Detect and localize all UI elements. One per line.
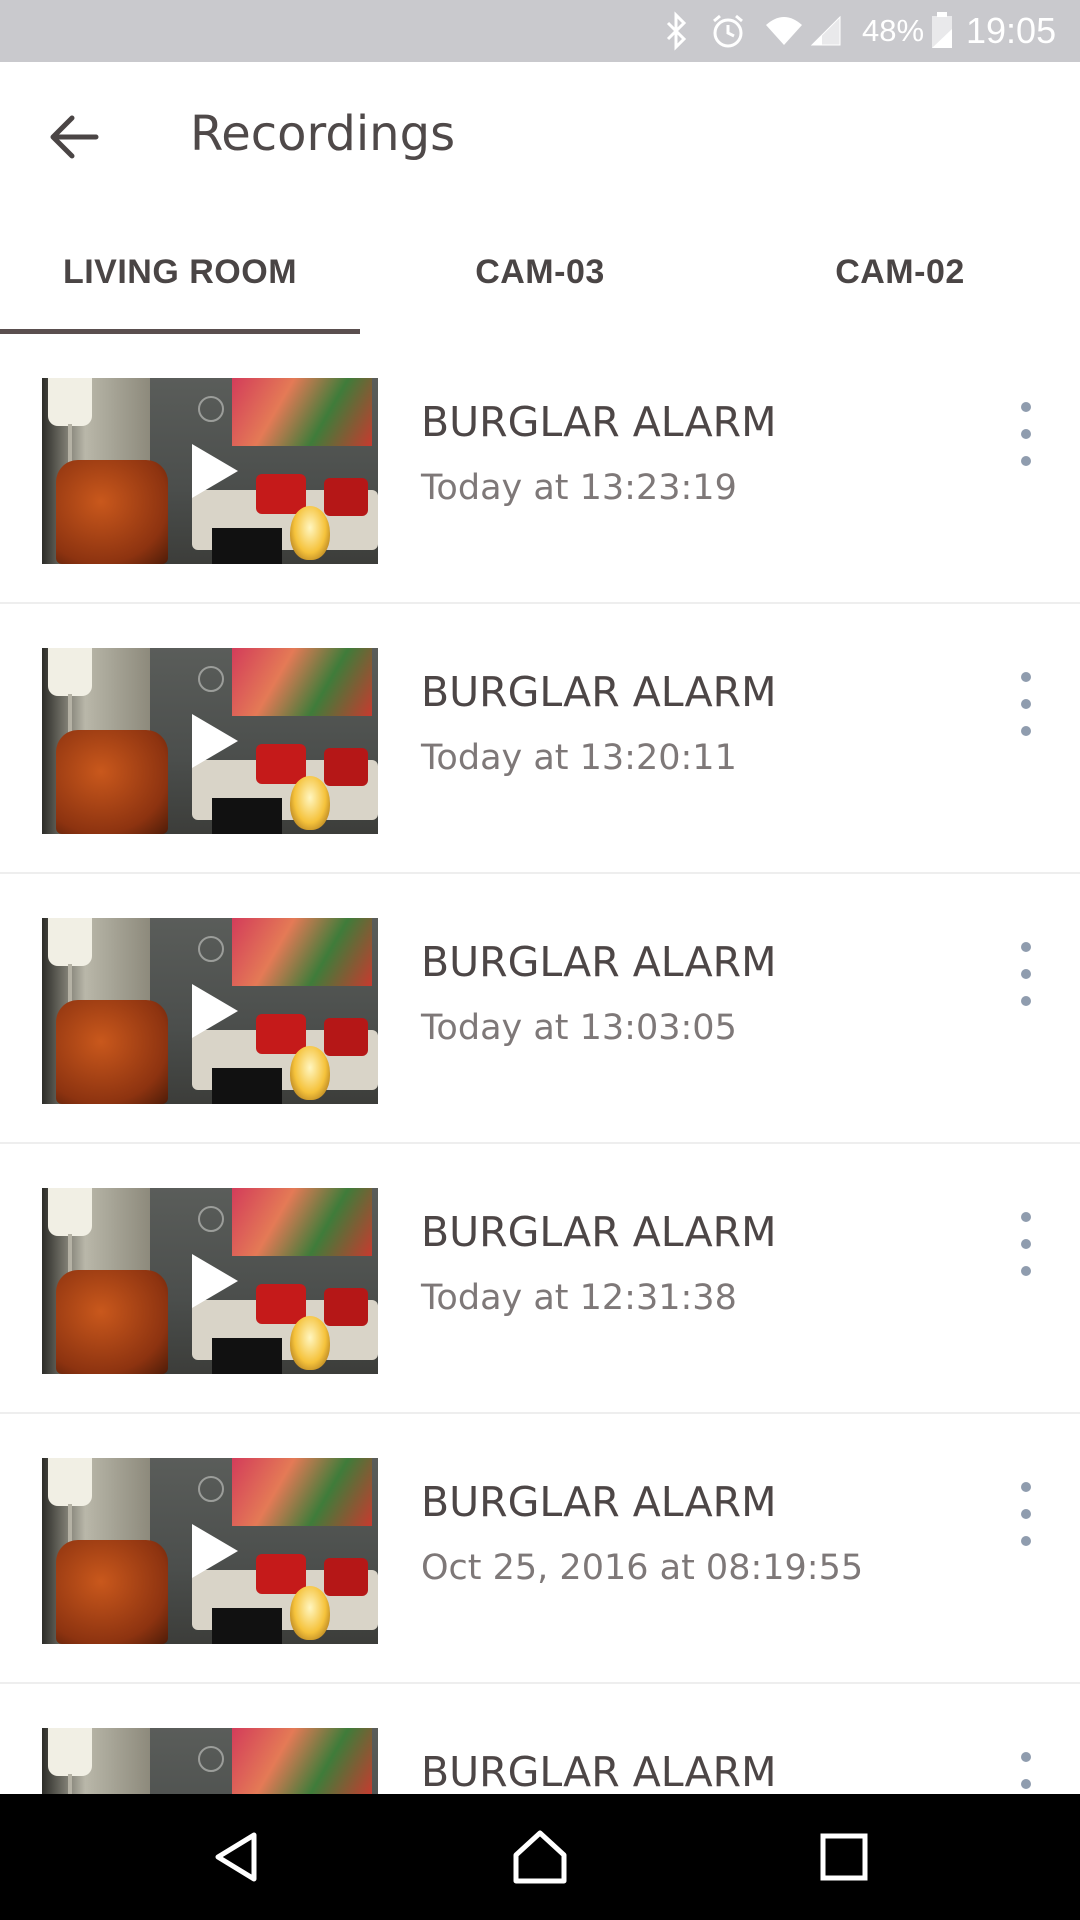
more-vert-icon[interactable] (1006, 942, 1046, 1006)
more-vert-icon[interactable] (1006, 1482, 1046, 1546)
page-title: Recordings (190, 106, 456, 162)
more-vert-icon[interactable] (1006, 672, 1046, 736)
clock-time: 19:05 (966, 10, 1057, 51)
alarm-icon (708, 0, 748, 62)
recents-square-icon (820, 1833, 868, 1881)
recording-time: Oct 25, 2016 at 08:19:55 (421, 1548, 864, 1588)
battery-percent: 48% (862, 13, 925, 48)
recording-row[interactable]: BURGLAR ALARM Oct 25, 2016 at 08:19:55 (0, 1414, 1080, 1684)
more-vert-icon[interactable] (1006, 402, 1046, 466)
camera-tabs: LIVING ROOM CAM-03 CAM-02 (0, 210, 1080, 334)
recordings-list[interactable]: BURGLAR ALARM Today at 13:23:19 BURGLAR … (0, 334, 1080, 1794)
tab-living-room[interactable]: LIVING ROOM (0, 210, 360, 334)
nav-recents-button[interactable] (784, 1794, 904, 1920)
wifi-icon (762, 0, 806, 62)
recording-title: BURGLAR ALARM (421, 938, 777, 986)
recording-row[interactable]: BURGLAR ALARM Today at 13:20:11 (0, 604, 1080, 874)
recording-thumbnail[interactable] (42, 378, 378, 564)
play-icon (192, 984, 238, 1038)
recording-thumbnail[interactable] (42, 918, 378, 1104)
back-button[interactable] (34, 102, 114, 172)
battery-icon (930, 0, 954, 62)
recording-title: BURGLAR ALARM (421, 398, 777, 446)
tab-cam-03[interactable]: CAM-03 (360, 210, 720, 334)
play-icon (192, 1254, 238, 1308)
recording-row[interactable]: BURGLAR ALARM (0, 1684, 1080, 1794)
recording-thumbnail[interactable] (42, 648, 378, 834)
recording-time: Today at 12:31:38 (421, 1278, 737, 1318)
recording-thumbnail[interactable] (42, 1188, 378, 1374)
recording-time: Today at 13:23:19 (421, 468, 737, 508)
cell-signal-icon (808, 0, 844, 62)
recording-row[interactable]: BURGLAR ALARM Today at 13:23:19 (0, 334, 1080, 604)
recording-title: BURGLAR ALARM (421, 668, 777, 716)
recording-thumbnail[interactable] (42, 1458, 378, 1644)
arrow-left-icon (50, 115, 99, 159)
recording-title: BURGLAR ALARM (421, 1478, 777, 1526)
play-icon (192, 444, 238, 498)
tab-cam-02[interactable]: CAM-02 (720, 210, 1080, 334)
recording-time: Today at 13:20:11 (421, 738, 737, 778)
recording-time: Today at 13:03:05 (421, 1008, 737, 1048)
home-icon (513, 1830, 567, 1884)
recording-row[interactable]: BURGLAR ALARM Today at 12:31:38 (0, 1144, 1080, 1414)
more-vert-icon[interactable] (1006, 1212, 1046, 1276)
play-icon (192, 1524, 238, 1578)
back-triangle-icon (215, 1832, 257, 1882)
status-bar: 48% 19:05 (0, 0, 1080, 62)
recording-title: BURGLAR ALARM (421, 1748, 777, 1794)
more-vert-icon[interactable] (1006, 1752, 1046, 1794)
recording-row[interactable]: BURGLAR ALARM Today at 13:03:05 (0, 874, 1080, 1144)
play-icon (192, 714, 238, 768)
bluetooth-icon (662, 0, 690, 62)
nav-back-button[interactable] (176, 1794, 296, 1920)
app-bar: Recordings (0, 62, 1080, 210)
recording-thumbnail[interactable] (42, 1728, 378, 1794)
system-nav-bar (0, 1794, 1080, 1920)
recording-title: BURGLAR ALARM (421, 1208, 777, 1256)
nav-home-button[interactable] (480, 1794, 600, 1920)
